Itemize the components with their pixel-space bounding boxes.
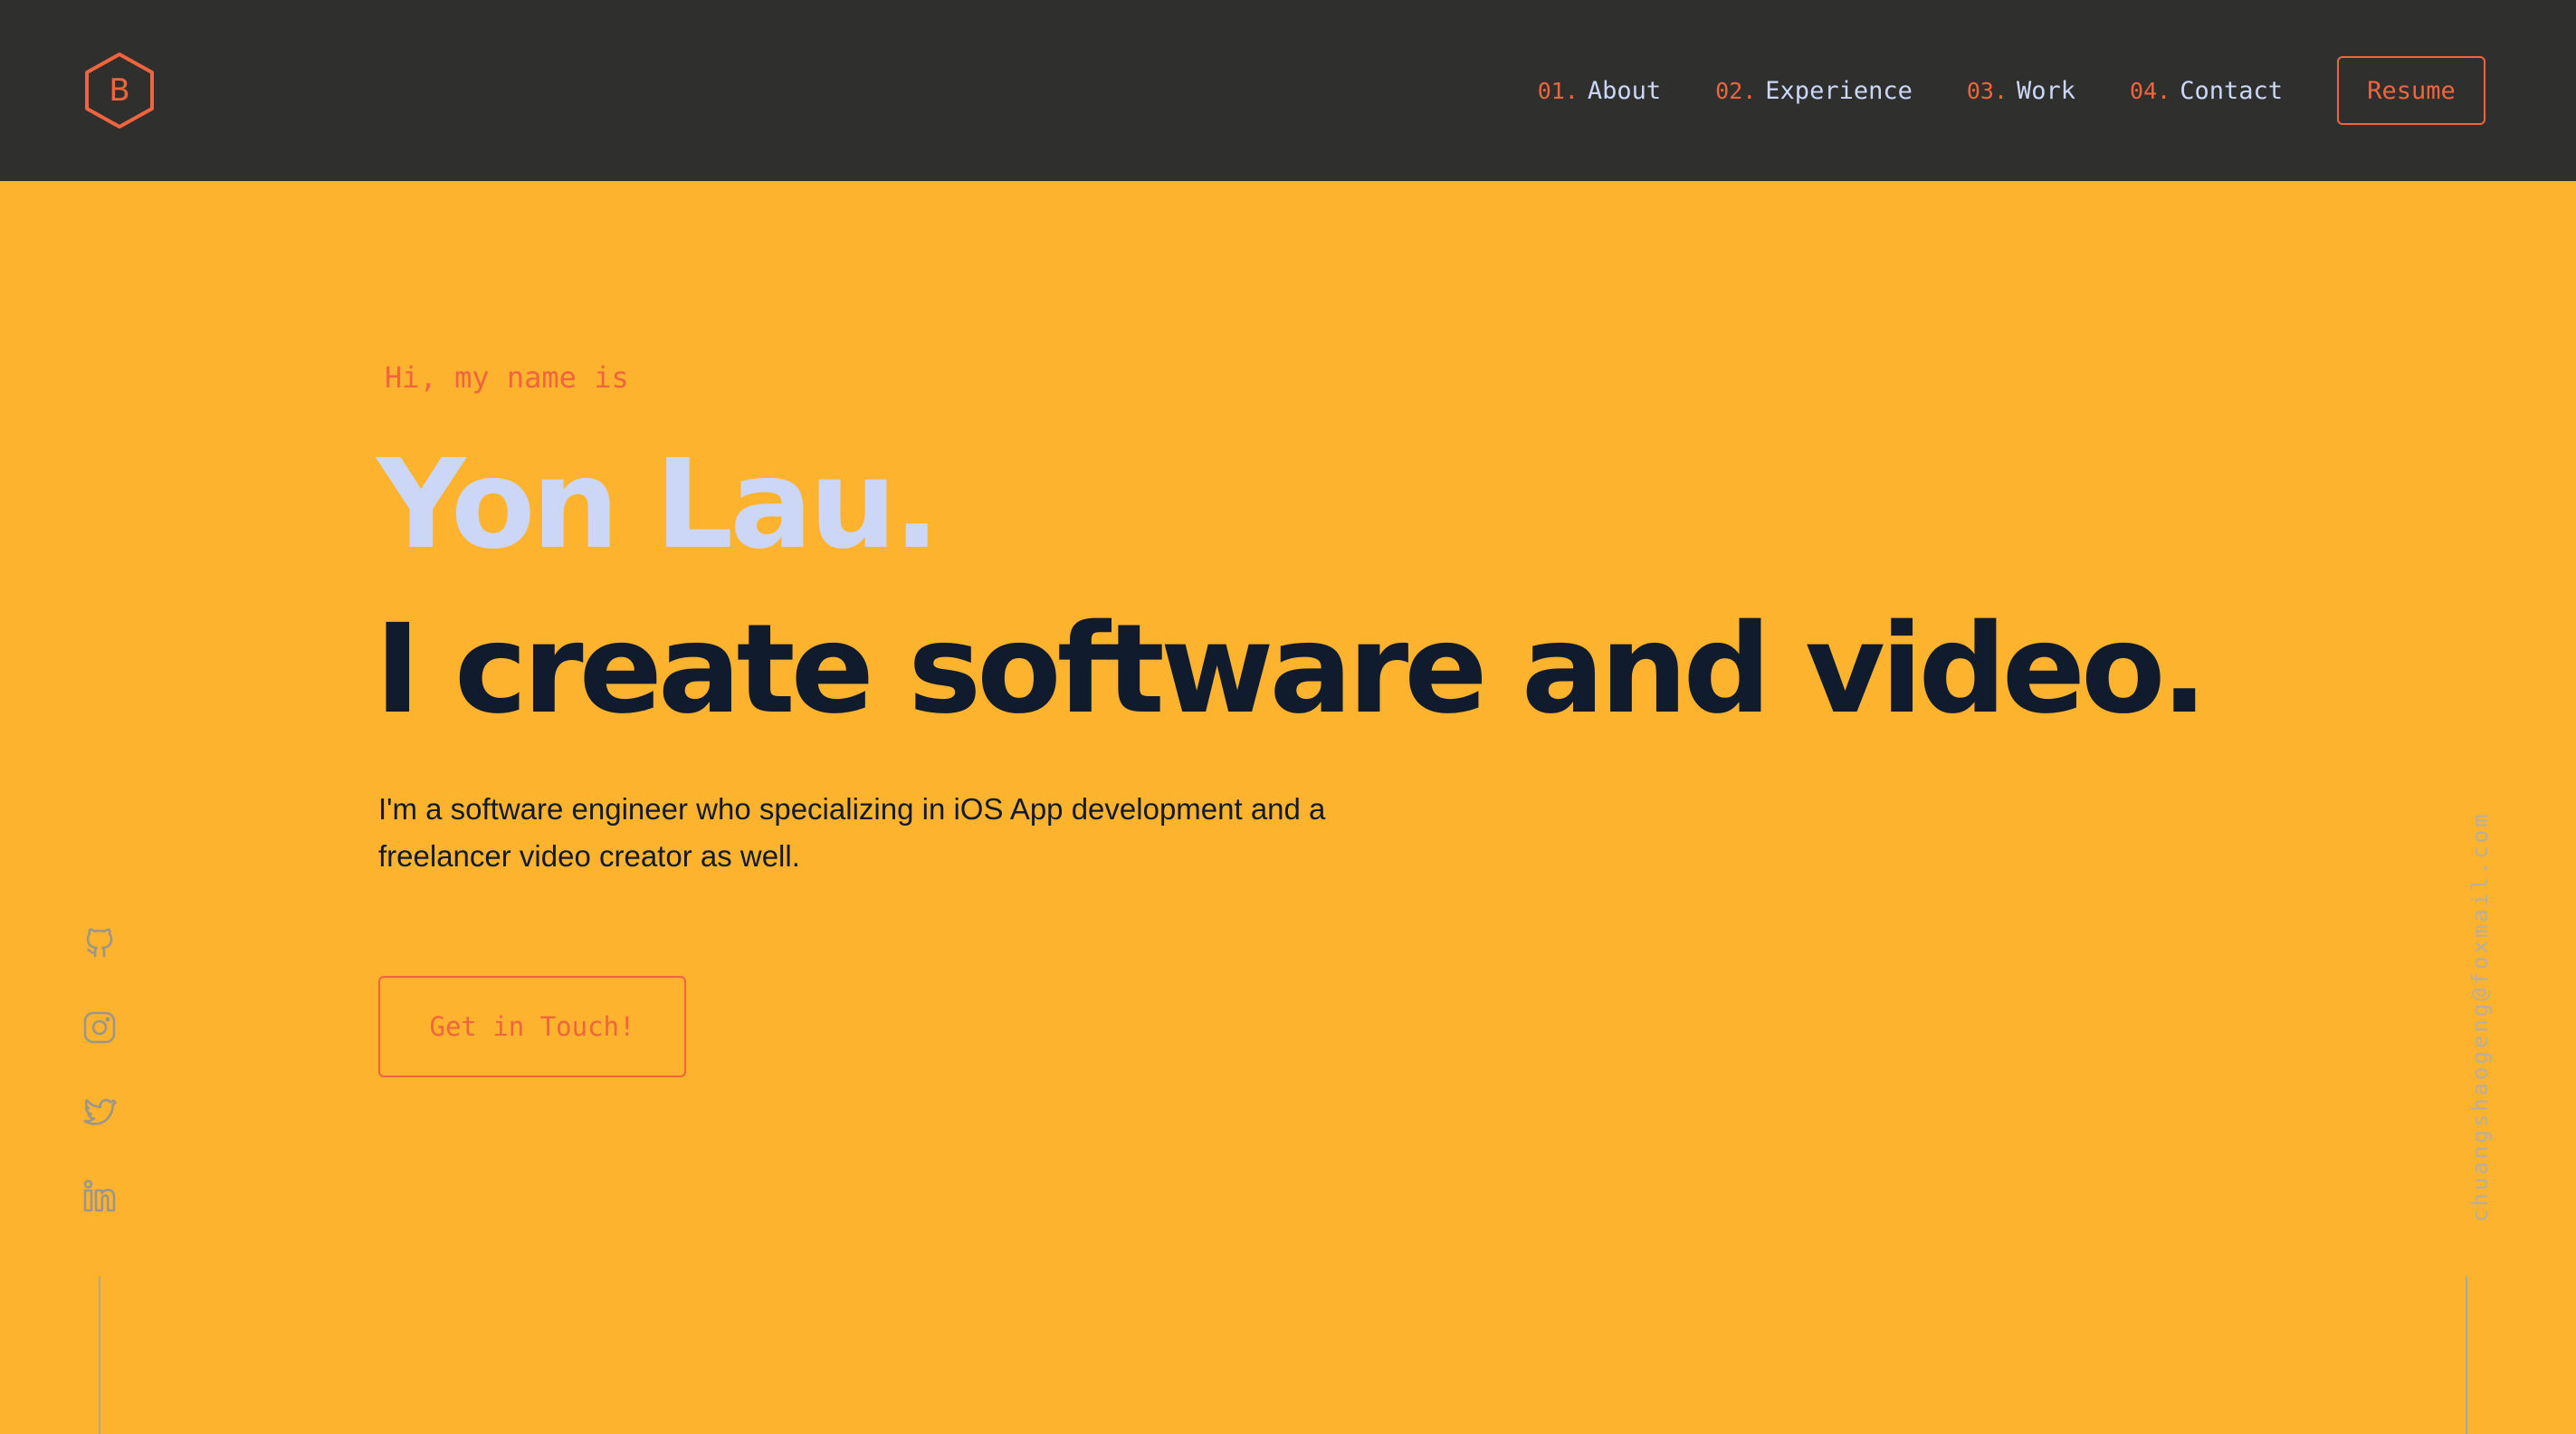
nav-label: Contact xyxy=(2180,76,2283,105)
linkedin-icon xyxy=(83,1180,116,1212)
right-rail-line xyxy=(2466,1276,2467,1434)
hero-description: I'm a software engineer who specializing… xyxy=(378,792,1326,873)
email-link[interactable]: chuangshaogeng@foxmail.com xyxy=(2467,811,2493,1222)
get-in-touch-button[interactable]: Get in Touch! xyxy=(378,976,686,1077)
instagram-link[interactable] xyxy=(80,1008,119,1047)
logo-letter: B xyxy=(109,72,130,109)
github-link[interactable] xyxy=(80,923,119,963)
left-rail-line xyxy=(99,1276,100,1434)
nav-number: 02. xyxy=(1715,77,1757,104)
social-links xyxy=(80,923,119,1260)
logo[interactable]: B xyxy=(83,51,156,130)
site-header: B 01. About 02. Experience 03. Work 04. … xyxy=(0,0,2576,181)
hero-greeting: Hi, my name is xyxy=(385,360,629,395)
twitter-link[interactable] xyxy=(80,1092,119,1132)
nav-label: About xyxy=(1587,76,1662,105)
nav-number: 01. xyxy=(1537,77,1579,104)
hero-tagline: I create software and video. xyxy=(375,598,2208,741)
twitter-icon xyxy=(83,1098,118,1125)
nav-number: 04. xyxy=(2130,77,2171,104)
nav-label: Work xyxy=(2017,76,2076,105)
nav-item-contact[interactable]: 04. Contact xyxy=(2130,77,2283,105)
nav-item-experience[interactable]: 02. Experience xyxy=(1715,77,1913,105)
main-nav: 01. About 02. Experience 03. Work 04. Co… xyxy=(1538,56,2485,125)
nav-label: Experience xyxy=(1765,76,1913,105)
nav-number: 03. xyxy=(1966,77,2008,104)
nav-item-work[interactable]: 03. Work xyxy=(1967,77,2075,105)
linkedin-link[interactable] xyxy=(80,1176,119,1216)
nav-item-about[interactable]: 01. About xyxy=(1538,77,1661,105)
hero-name: Yon Lau. xyxy=(377,434,940,577)
resume-button[interactable]: Resume xyxy=(2337,56,2485,125)
github-icon xyxy=(86,928,113,958)
instagram-icon xyxy=(83,1011,116,1044)
